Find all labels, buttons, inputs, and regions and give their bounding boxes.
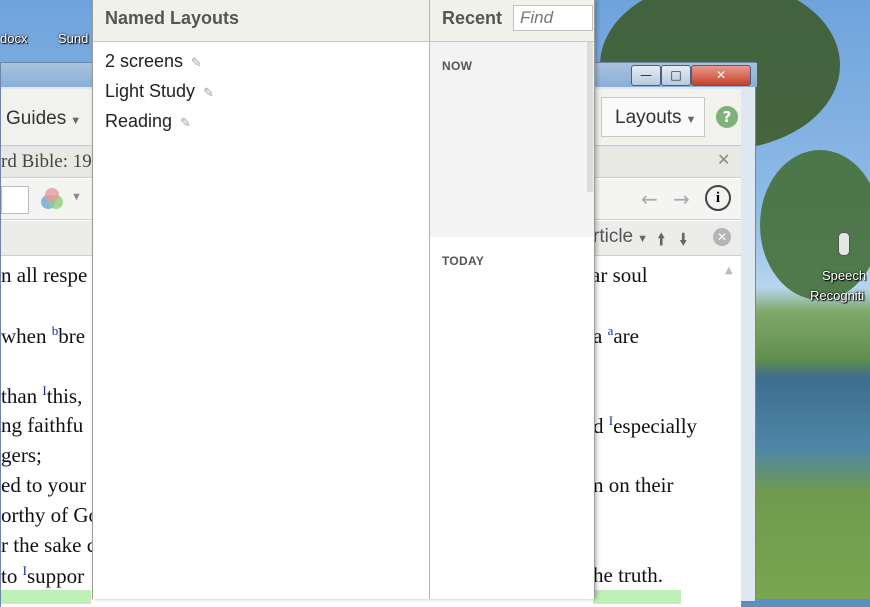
chevron-down-icon: ▼ (637, 233, 649, 245)
text-line: n on their (593, 473, 674, 497)
chevron-down-icon: ▼ (685, 114, 697, 126)
named-layouts-header: Named Layouts (93, 0, 429, 42)
chevron-down-icon[interactable]: ▼ (71, 191, 82, 203)
text-line: ng faithfu (1, 413, 84, 437)
text-line: gers; (1, 443, 42, 467)
document-title: rd Bible: 19 (1, 151, 92, 172)
article-selector[interactable]: rticle ▼ (593, 226, 648, 248)
help-icon[interactable]: ? (716, 106, 738, 128)
layouts-button[interactable]: Layouts ▼ (601, 97, 705, 137)
layouts-label: Layouts (615, 107, 682, 128)
microphone-icon (838, 232, 850, 256)
layout-item[interactable]: Light Study ✎ (105, 81, 214, 102)
text-line: a aare (593, 323, 639, 348)
text-line: than Ithis, (1, 383, 83, 408)
find-input[interactable] (513, 5, 593, 31)
scrollbar[interactable] (587, 42, 593, 192)
desktop-icon-label[interactable]: Sund (58, 31, 88, 46)
maximize-button[interactable]: □ (661, 65, 691, 86)
guides-menu[interactable]: Guides ▼ (6, 108, 81, 130)
article-label: rticle (593, 226, 634, 247)
pencil-icon[interactable]: ✎ (191, 56, 202, 71)
section-label-now: NOW (442, 59, 473, 73)
close-tab-icon[interactable]: ✕ (717, 150, 730, 169)
text-line: orthy of Go (1, 503, 99, 527)
layout-item[interactable]: Reading ✎ (105, 111, 191, 132)
section-label-today: TODAY (442, 254, 485, 268)
layout-item[interactable]: 2 screens ✎ (105, 51, 202, 72)
chevron-down-icon: ▼ (70, 115, 82, 127)
text-line: to Isuppor (1, 563, 85, 588)
desktop-icon-label[interactable]: docx (0, 31, 27, 46)
layout-item-label: 2 screens (105, 51, 184, 71)
speech-label: Speech (822, 268, 867, 283)
visual-filter-icon[interactable] (41, 187, 67, 213)
text-line: ed to your (1, 473, 87, 497)
recent-header: Recent (430, 0, 594, 42)
now-section: NOW (430, 42, 594, 237)
text-line: r the sake c (1, 533, 97, 557)
forward-arrow-icon[interactable]: → (673, 187, 690, 211)
info-icon[interactable]: i (705, 185, 731, 211)
minimize-button[interactable]: — (631, 65, 661, 86)
pencil-icon[interactable]: ✎ (203, 86, 214, 101)
close-button[interactable]: ✕ (691, 65, 751, 86)
pencil-icon[interactable]: ✎ (180, 116, 191, 131)
clear-icon[interactable]: ✕ (713, 228, 731, 246)
text-line: when bbre (1, 323, 86, 348)
recent-layouts-column: Recent NOW TODAY (430, 0, 594, 599)
text-line: n all respe (1, 263, 88, 287)
named-layouts-column: Named Layouts 2 screens ✎ Light Study ✎ Re… (93, 0, 430, 599)
speech-label: Recogniti (810, 288, 865, 303)
layouts-panel: Named Layouts 2 screens ✎ Light Study ✎ Re… (92, 0, 595, 599)
text-line: ar soul (591, 263, 648, 287)
reference-box[interactable] (1, 186, 29, 214)
scroll-up-icon[interactable]: ▲ (725, 265, 733, 276)
layout-item-label: Reading (105, 111, 173, 131)
layout-item-label: Light Study (105, 81, 196, 101)
text-line: d Iespecially (593, 413, 698, 438)
up-arrow-icon[interactable]: 🠙 (657, 227, 666, 256)
recent-title: Recent (442, 8, 503, 28)
down-arrow-icon[interactable]: 🠛 (679, 227, 688, 256)
highlight-band (593, 590, 681, 604)
named-layouts-title: Named Layouts (105, 8, 240, 28)
highlight-band (1, 590, 91, 604)
back-arrow-icon[interactable]: ← (641, 187, 658, 211)
guides-label: Guides (6, 108, 67, 129)
text-line: he truth. (593, 563, 663, 587)
